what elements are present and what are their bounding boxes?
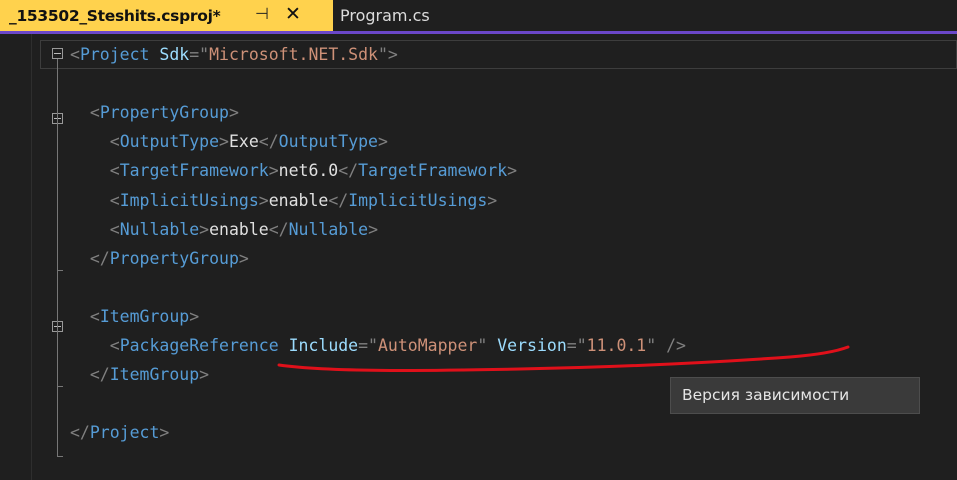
tooltip: Версия зависимости — [670, 377, 920, 414]
